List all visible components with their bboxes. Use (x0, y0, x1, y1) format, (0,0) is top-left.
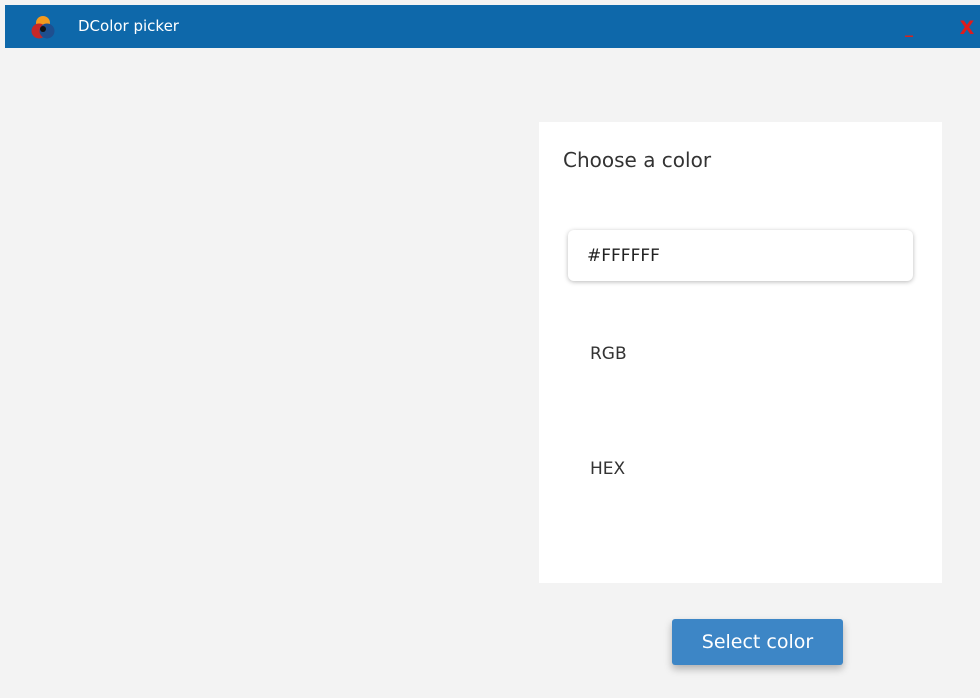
color-picker-panel: Choose a color RGB HEX (539, 122, 942, 583)
select-color-button[interactable]: Select color (672, 619, 843, 665)
window-title: DColor picker (78, 17, 179, 35)
title-bar[interactable]: DColor picker _ X (5, 5, 980, 48)
hex-format-label: HEX (590, 459, 626, 479)
rgb-format-label: RGB (590, 344, 627, 364)
hex-color-input[interactable] (568, 230, 913, 281)
color-palette-icon (30, 10, 56, 44)
panel-heading: Choose a color (563, 148, 712, 172)
close-button[interactable]: X (955, 13, 979, 43)
minimize-button[interactable]: _ (897, 13, 921, 43)
app-window: DColor picker _ X Choose a color RGB HEX… (0, 0, 980, 698)
